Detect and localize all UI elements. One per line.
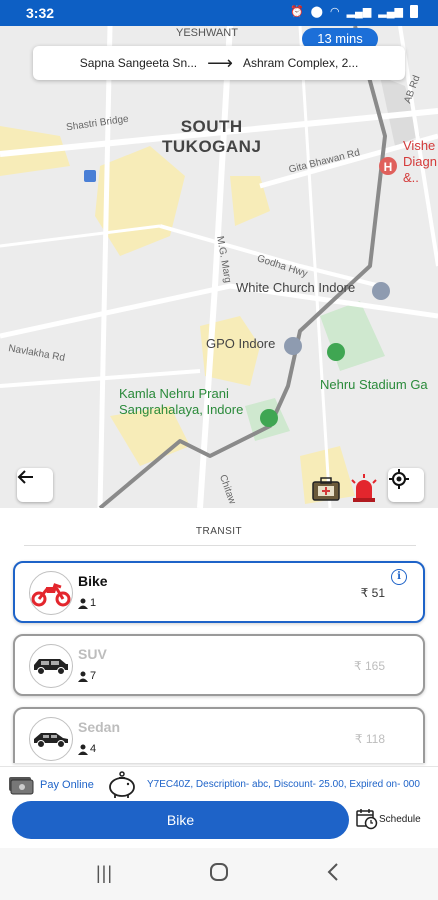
vehicle-card-suv[interactable]: SUV 7 ₹ 165 <box>13 634 425 696</box>
vehicle-seats: 7 <box>78 670 96 682</box>
alarm-icon: ⏰ <box>289 6 304 18</box>
vehicle-sheet: TRANSIT Bike 1 ₹ 51 i SUV 7 ₹ 165 Sedan … <box>0 508 438 900</box>
map-label-south-tukoganj: SOUTH TUKOGANJ <box>162 117 262 156</box>
signal-icon-2: ▂▄▆ <box>378 6 403 18</box>
vehicle-seat-count: 1 <box>90 597 97 609</box>
recent-apps-icon[interactable]: ||| <box>96 862 113 884</box>
piggy-bank-icon <box>109 771 135 798</box>
coupon-text[interactable]: Y7EC40Z, Description- abc, Discount- 25.… <box>147 779 432 790</box>
signal-icon: ▂▄▆ <box>346 6 372 18</box>
vehicle-seat-count: 4 <box>90 743 97 755</box>
back-nav-icon[interactable] <box>326 862 340 886</box>
location-icon: ⬤ <box>310 6 323 18</box>
vehicle-name: Bike <box>78 573 108 589</box>
battery-icon <box>410 5 418 18</box>
map-label-kamla-nehru: Kamla Nehru Prani Sangrahalaya, Indore <box>119 386 244 417</box>
calendar-clock-icon <box>356 809 378 830</box>
section-title: TRANSIT <box>195 526 243 537</box>
person-icon <box>78 744 88 755</box>
vehicle-price: ₹ 51 <box>360 586 385 600</box>
first-aid-kit-icon <box>312 477 340 501</box>
map-label-vishesh: Vishe Diagn &.. <box>403 138 437 185</box>
back-button[interactable] <box>17 468 53 502</box>
vehicle-name: Sedan <box>78 719 121 735</box>
vehicle-card-sedan[interactable]: Sedan 4 ₹ 118 <box>13 707 425 763</box>
my-location-button[interactable] <box>388 468 424 502</box>
coupon-button[interactable] <box>106 771 138 804</box>
map-label-white-church: White Church Indore <box>236 280 356 295</box>
svg-text:H: H <box>384 160 393 174</box>
status-bar: 3:32 ⏰ ⬤ ◠ ▂▄▆ ▂▄▆ <box>0 0 438 26</box>
vehicle-seats: 1 <box>78 597 96 609</box>
vehicle-seats: 4 <box>78 743 96 755</box>
book-ride-button[interactable]: Bike <box>12 801 349 839</box>
vehicle-price: ₹ 165 <box>354 659 385 673</box>
payment-row: Pay Online Y7EC40Z, Description- abc, Di… <box>0 766 438 802</box>
motorbike-icon <box>31 583 71 607</box>
vehicle-name: SUV <box>78 646 107 662</box>
suv-icon <box>34 659 68 675</box>
map-label-gpo: GPO Indore <box>206 336 276 351</box>
sos-kit-button[interactable] <box>310 472 342 504</box>
back-arrow-icon <box>17 470 33 484</box>
pickup-address[interactable]: Sapna Sangeeta Sn... <box>80 56 197 70</box>
crosshair-icon <box>389 469 409 489</box>
info-icon[interactable]: i <box>391 569 407 585</box>
wifi-icon: ◠ <box>329 6 340 18</box>
status-time: 3:32 <box>26 5 55 21</box>
sedan-icon <box>34 733 68 748</box>
siren-icon <box>351 474 377 502</box>
route-address-bar[interactable]: Sapna Sangeeta Sn... ⟶ Ashram Complex, 2… <box>33 46 405 80</box>
vehicle-avatar <box>29 571 73 615</box>
emergency-siren-button[interactable] <box>348 472 380 504</box>
system-nav-bar: ||| <box>0 848 438 900</box>
vehicle-avatar <box>29 717 73 761</box>
schedule-label[interactable]: Schedule <box>379 814 421 825</box>
status-icons: ⏰ ⬤ ◠ ▂▄▆ ▂▄▆ <box>290 5 418 18</box>
person-icon <box>78 598 88 609</box>
home-icon[interactable] <box>209 862 229 886</box>
route-arrow-icon: ⟶ <box>207 53 233 73</box>
divider <box>24 545 416 546</box>
schedule-button[interactable]: Schedule <box>356 808 421 830</box>
vehicle-avatar <box>29 644 73 688</box>
person-icon <box>78 671 88 682</box>
drop-address[interactable]: Ashram Complex, 2... <box>243 56 358 70</box>
map-label-yeshwant: YESHWANT <box>176 27 238 39</box>
vehicle-card-bike[interactable]: Bike 1 ₹ 51 i <box>13 561 425 623</box>
pay-online-label[interactable]: Pay Online <box>40 779 94 791</box>
money-icon <box>9 777 34 795</box>
pay-online-button[interactable] <box>8 773 34 800</box>
map-view[interactable]: H YESHWANT SOUTH TUKOGANJ Shastri Bridge… <box>0 26 438 508</box>
vehicle-seat-count: 7 <box>90 670 97 682</box>
map-label-nehru-stadium: Nehru Stadium Ga <box>320 377 428 392</box>
vehicle-price: ₹ 118 <box>354 732 385 746</box>
